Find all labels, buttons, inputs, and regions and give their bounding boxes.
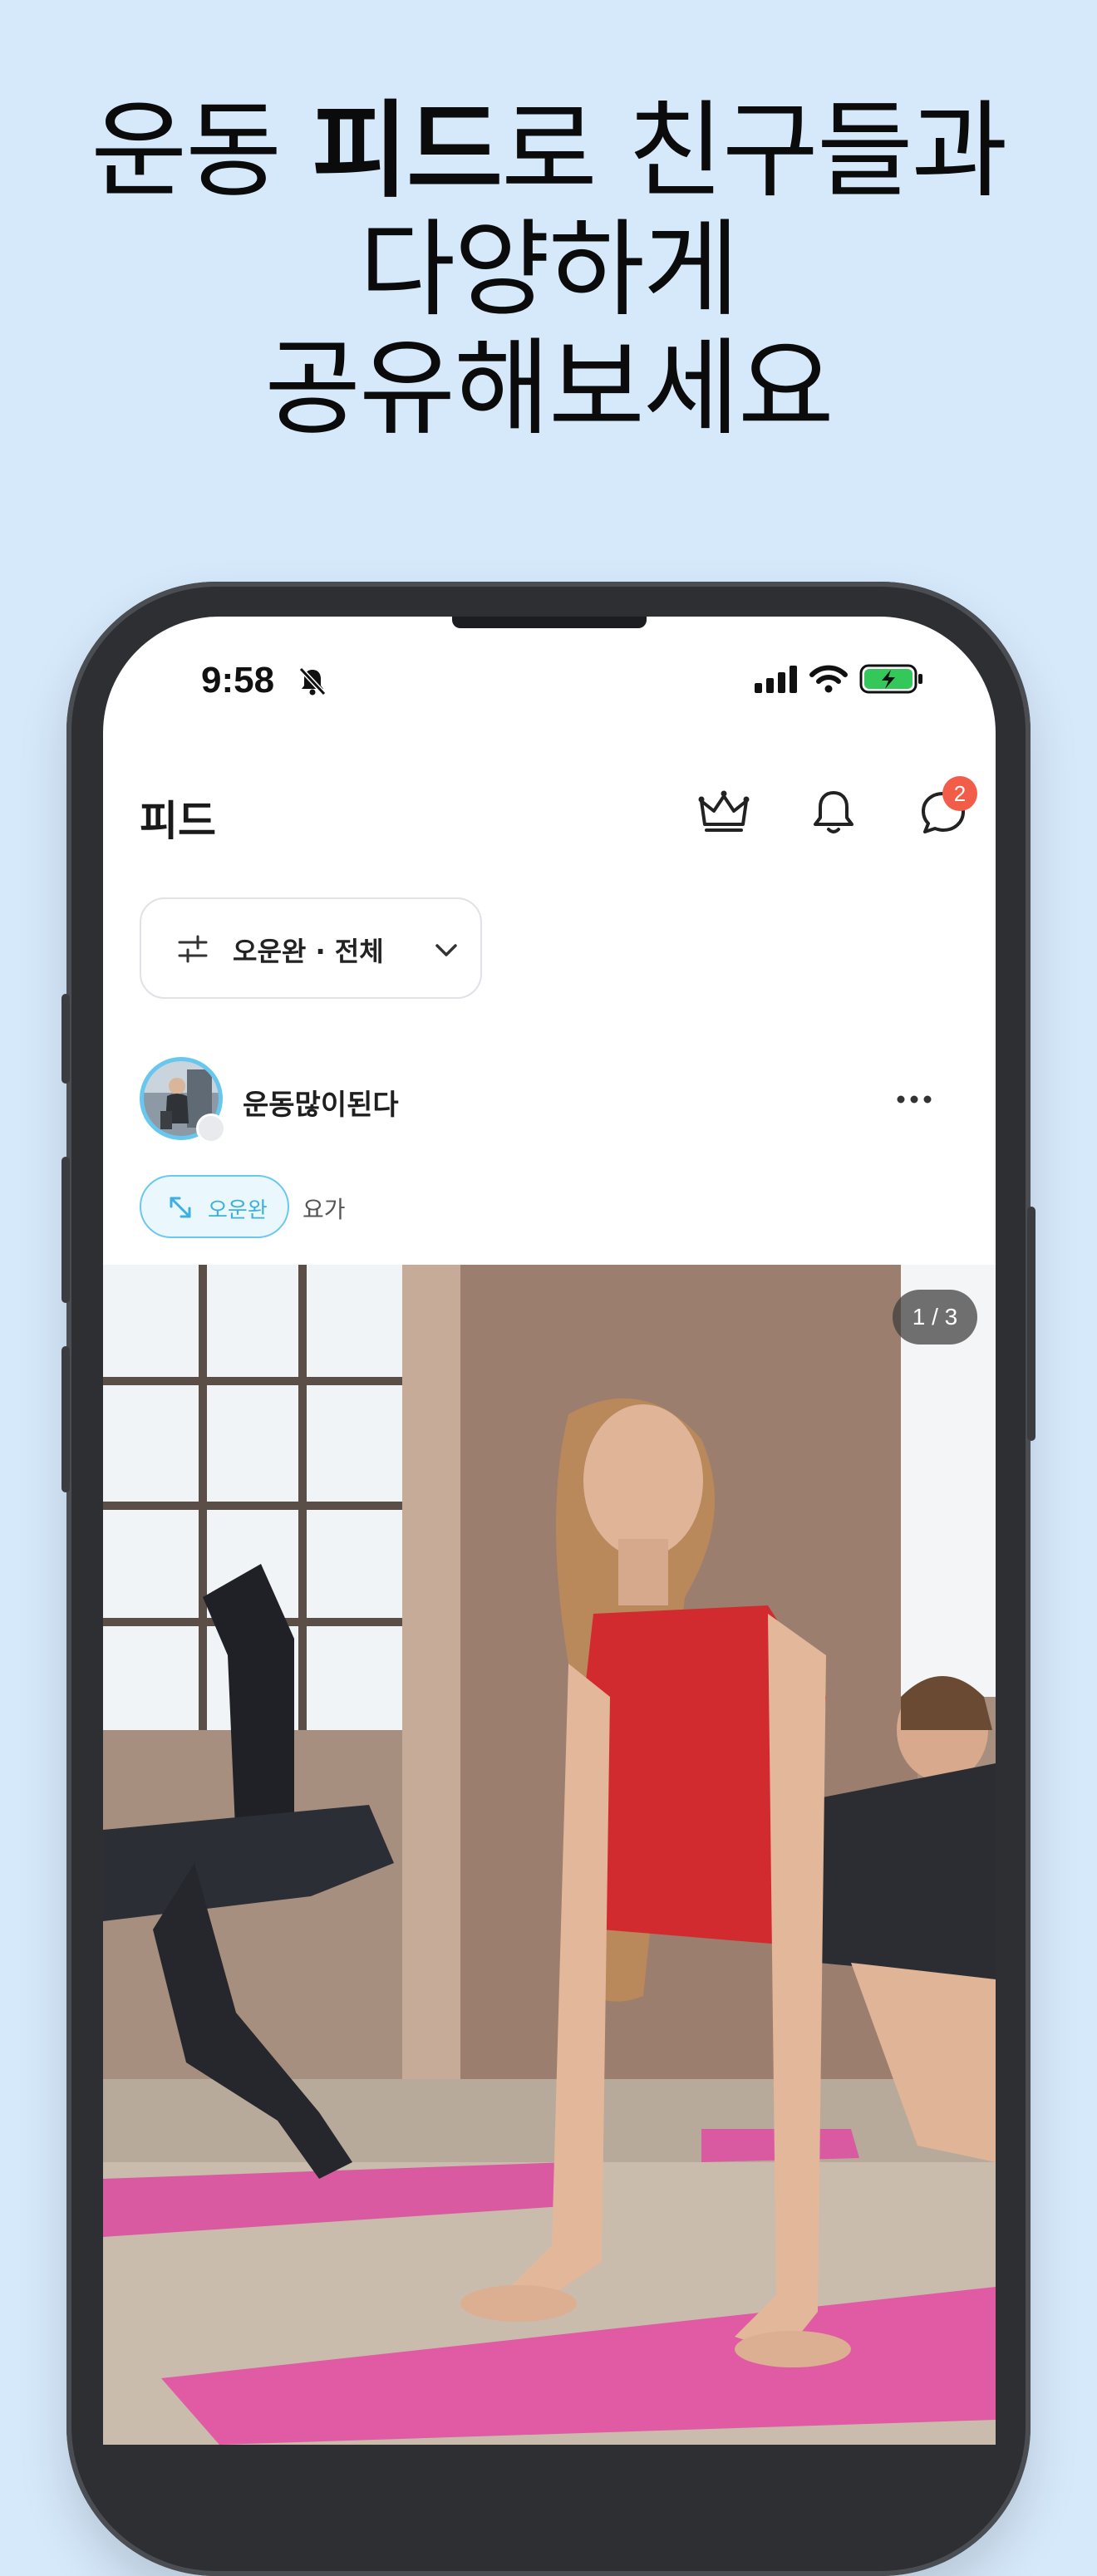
feed-filter-dropdown[interactable]: 오운완 · 전체 (140, 897, 482, 999)
power-button (1027, 1207, 1036, 1441)
exercise-type-label: 요가 (303, 1196, 346, 1223)
sliders-icon (178, 935, 208, 963)
avatar-level-badge (196, 1113, 226, 1143)
promo-headline: 운동 피드로 친구들과 다양하게 공유해보세요 (0, 91, 1097, 448)
chevron-down-icon (435, 944, 457, 956)
yoga-class-photo (103, 1265, 996, 2445)
post-photo[interactable] (103, 1265, 996, 2445)
post-username[interactable]: 운동많이된다 (243, 1082, 399, 1123)
chat-badge: 2 (942, 776, 977, 811)
crown-icon[interactable] (695, 783, 753, 841)
page-title: 피드 (140, 797, 216, 845)
headline-emphasis: 피드 (312, 90, 503, 212)
photo-page-indicator: 1 / 3 (893, 1290, 977, 1345)
headline-line-3: 공유해보세요 (264, 327, 834, 450)
workout-tag-chip[interactable]: 오운완 (140, 1175, 289, 1238)
more-options-icon[interactable] (889, 1087, 939, 1112)
status-time: 9:58 (201, 660, 275, 701)
battery-charging-icon (859, 664, 922, 694)
volume-down-button (61, 1346, 70, 1492)
volume-up-button (61, 1157, 70, 1303)
wifi-icon (809, 665, 848, 693)
filter-label: 오운완 · 전체 (233, 936, 384, 967)
dynamic-island (452, 617, 647, 628)
status-icons (755, 663, 924, 695)
bell-icon[interactable] (804, 783, 863, 841)
bell-slash-icon (298, 666, 327, 696)
headline-line-1: 운동 피드로 친구들과 (91, 90, 1007, 212)
tag-chip-label: 오운완 (208, 1198, 268, 1223)
expand-arrows-icon (170, 1197, 191, 1218)
cellular-signal-icon (755, 666, 797, 693)
action-button (61, 994, 70, 1084)
app-screen: 9:58 피드 2 오운완 · 전체 운동많이된다 오운완 요가 1 / 3 (103, 617, 996, 2445)
headline-line-2: 다양하게 (359, 209, 740, 331)
